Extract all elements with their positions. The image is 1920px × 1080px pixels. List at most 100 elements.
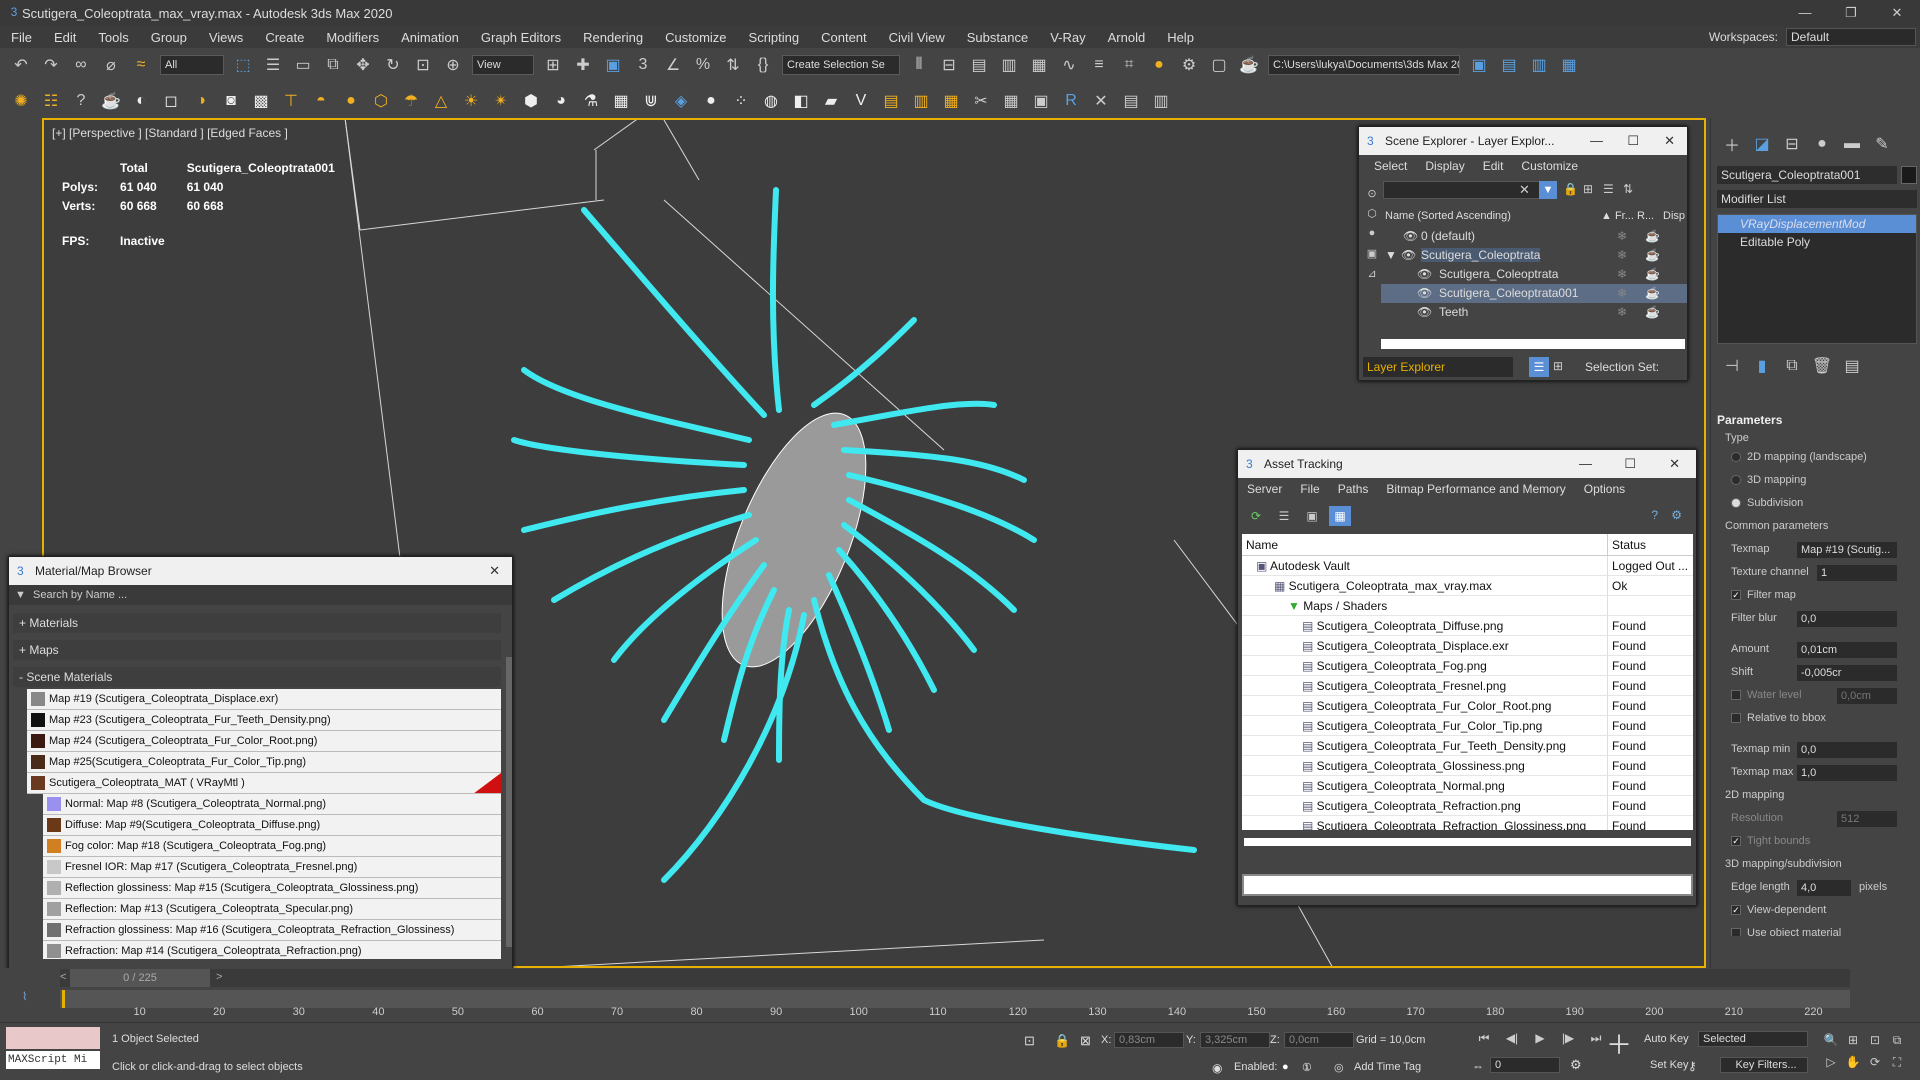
prev-key-icon[interactable]: ◀| [1501,1029,1523,1047]
place-icon[interactable]: ⊕ [441,53,465,77]
se-col-name[interactable]: Name (Sorted Ascending) [1385,207,1511,225]
field-of-view-icon[interactable]: ▷ [1821,1052,1841,1072]
snap-icon[interactable]: 3 [631,53,655,77]
at-menu-bitmap-performance-and-memory[interactable]: Bitmap Performance and Memory [1377,482,1574,496]
time-slider-track[interactable]: 0 / 225 < > [60,969,1850,987]
viewdep-checkbox[interactable]: ✓ [1731,905,1741,916]
asset-row[interactable]: ▤ Scutigera_Coleoptrata_Normal.png Found [1242,776,1693,796]
adaptive-degradation-icon[interactable]: ◉ [1212,1061,1222,1075]
panel-icon[interactable]: ▥ [1149,89,1173,113]
next-key-icon[interactable]: |▶ [1557,1029,1579,1047]
pin-stack-icon[interactable]: ⊣ [1720,354,1744,378]
selection-lock-icon[interactable]: 🔒 [1054,1033,1070,1049]
key-filters-button[interactable]: Key Filters... [1720,1057,1808,1073]
dope-sheet-icon[interactable]: ≡ [1087,53,1111,77]
scene-explorer-titlebar[interactable]: 3 Scene Explorer - Layer Explor... — ☐ ✕ [1359,127,1687,155]
render-icon[interactable]: ☕ [1237,53,1261,77]
asset-col-status[interactable]: Status [1608,534,1646,555]
mb-material-item[interactable]: Diffuse: Map #9(Scutigera_Coleoptrata_Di… [43,815,501,836]
schematic-view-icon[interactable]: ⌗ [1117,53,1141,77]
se-render-icon[interactable]: ☕ [1645,303,1660,322]
texchannel-spinner[interactable]: 1 [1817,565,1897,581]
motion-tab-icon[interactable]: ● [1810,132,1834,156]
scatter-icon[interactable]: ⚗ [579,89,603,113]
tools-icon[interactable]: ✂ [969,89,993,113]
zoom-icon[interactable]: 🔍 [1821,1030,1841,1050]
stack-item-vraydisplacement[interactable]: VRayDisplacementMod [1718,215,1916,233]
mb-material-item[interactable]: Map #23 (Scutigera_Coleoptrata_Fur_Teeth… [27,710,501,731]
asset-tracking-titlebar[interactable]: 3 Asset Tracking — ☐ ✕ [1238,450,1696,478]
menu-help[interactable]: Help [1156,30,1205,45]
mb-material-item[interactable]: Reflection glossiness: Map #15 (Scutiger… [43,878,501,899]
se-selection-set-icon[interactable]: ⊞ [1553,359,1563,373]
asset-row[interactable]: ▤ Scutigera_Coleoptrata_Displace.exr Foun… [1242,636,1693,656]
sphere-icon[interactable]: ◐ [129,89,153,113]
se-visibility-icon[interactable]: 👁 [1417,265,1432,284]
ball-icon[interactable]: ◕ [549,89,573,113]
se-row-default-layer[interactable]: 👁 0 (default) ❄ ☕ [1381,227,1687,246]
project-new-icon[interactable]: ▥ [1527,53,1551,77]
texmap-button[interactable]: Map #19 (Scutig... [1797,542,1897,558]
se-hierarchy-icon[interactable]: ⊞ [1583,182,1593,196]
enabled-toggle-icon[interactable]: ● [1282,1061,1289,1073]
bind-spacewarp-icon[interactable]: ≈ [129,53,153,77]
se-explorer-mode-dropdown[interactable]: Layer Explorer [1363,357,1513,377]
time-config-icon[interactable]: ⚙ [1570,1057,1582,1073]
useobj-checkbox[interactable] [1731,928,1741,936]
se-row-object-scutigera[interactable]: 👁 Scutigera_Coleoptrata ❄ ☕ [1381,265,1687,284]
material-editor-icon[interactable]: ● [1147,53,1171,77]
asset-row[interactable]: ▤ Scutigera_Coleoptrata_Fog.png Found [1242,656,1693,676]
zoom-extents-icon[interactable]: ⊡ [1865,1030,1885,1050]
menu-modifiers[interactable]: Modifiers [315,30,390,45]
configure-sets-icon[interactable]: ▤ [1840,354,1864,378]
maxscript-listener-top[interactable] [6,1027,100,1049]
menu-file[interactable]: File [0,30,43,45]
se-render-icon[interactable]: ☕ [1645,227,1660,246]
spreadsheet-icon[interactable]: ▤ [1119,89,1143,113]
mb-group-maps[interactable]: + Maps [13,640,501,660]
enabled-count-icon[interactable]: ① [1302,1061,1312,1074]
light-icon[interactable]: ◑ [189,89,213,113]
se-close-button[interactable]: ✕ [1664,127,1675,155]
menu-animation[interactable]: Animation [390,30,470,45]
mb-material-item[interactable]: Refraction: Map #14 (Scutigera_Coleoptra… [43,941,501,959]
link-icon[interactable]: ∞ [69,53,93,77]
mb-material-item[interactable]: Refraction glossiness: Map #16 (Scutiger… [43,920,501,941]
pan-icon[interactable]: ✋ [1843,1052,1863,1072]
z-coordinate-field[interactable]: 0,0cm [1284,1032,1354,1048]
at-list-icon[interactable]: ☰ [1273,506,1295,526]
asset-row[interactable]: ▤ Scutigera_Coleoptrata_Fur_Color_Root.p… [1242,696,1693,716]
se-expand-icon[interactable]: ▼ [1385,246,1397,265]
curve-editor-icon[interactable]: ∿ [1057,53,1081,77]
filtermap-checkbox[interactable]: ✓ [1731,590,1741,601]
auto-key-button[interactable]: Auto Key [1644,1033,1689,1045]
mb-material-item[interactable]: Map #24 (Scutigera_Coleoptrata_Fur_Color… [27,731,501,752]
select-manipulate-icon[interactable]: ✚ [571,53,595,77]
absolute-mode-icon[interactable]: ⊠ [1080,1033,1091,1049]
at-maximize-button[interactable]: ☐ [1624,450,1636,478]
ribbon-icon[interactable]: ▦ [1027,53,1051,77]
mb-material-item[interactable]: Reflection: Map #13 (Scutigera_Coleoptra… [43,899,501,920]
modifier-list-dropdown[interactable]: Modifier List [1717,190,1917,208]
selection-filter-dropdown[interactable]: All [160,55,224,75]
se-menu-select[interactable]: Select [1365,159,1416,173]
se-menu-display[interactable]: Display [1416,159,1473,173]
show-end-result-icon[interactable]: ▮ [1750,354,1774,378]
mb-material-item[interactable]: Map #25(Scutigera_Coleoptrata_Fur_Color_… [27,752,501,773]
help-icon[interactable]: ? [69,89,93,113]
remove-modifier-icon[interactable]: 🗑 [1810,354,1834,378]
radio-subdivision[interactable]: Subdivision [1717,492,1917,515]
wrench-icon[interactable]: ✕ [1089,89,1113,113]
se-horizontal-scrollbar[interactable] [1381,339,1685,349]
asset-row[interactable]: ▤ Scutigera_Coleoptrata_Refraction.png Fo… [1242,796,1693,816]
at-settings-icon[interactable]: ⚙ [1671,508,1682,522]
se-render-icon[interactable]: ☕ [1645,284,1660,303]
mb-vertical-scrollbar[interactable] [506,657,512,947]
se-row-layer-scutigera[interactable]: ▼ 👁 Scutigera_Coleoptrata ❄ ☕ [1381,246,1687,265]
play-icon[interactable]: ▶ [1529,1029,1551,1047]
stack-item-editable-poly[interactable]: Editable Poly [1718,233,1916,251]
ambient-icon[interactable]: △ [429,89,453,113]
create-tab-icon[interactable]: ＋ [1720,132,1744,156]
sun-icon[interactable]: ✺ [9,89,33,113]
key-selection-dropdown[interactable]: Selected [1698,1031,1808,1047]
